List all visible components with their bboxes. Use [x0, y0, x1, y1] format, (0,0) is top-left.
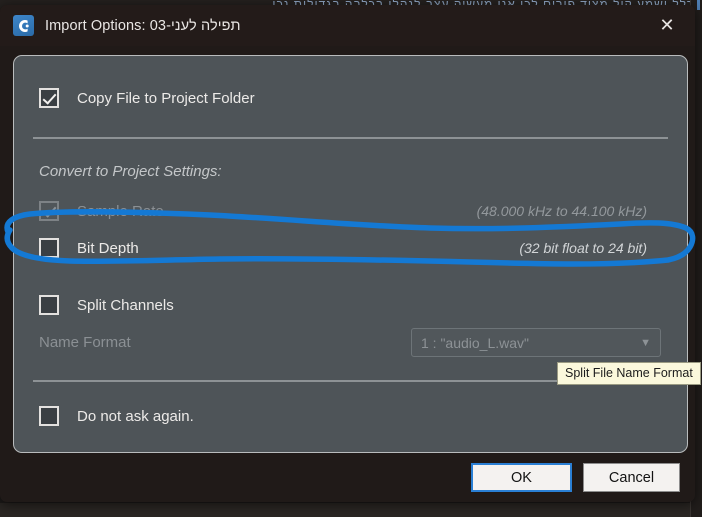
sample-rate-checkbox — [39, 201, 59, 221]
bit-depth-checkbox[interactable] — [39, 238, 59, 258]
bit-depth-label: Bit Depth — [77, 239, 139, 257]
ok-button[interactable]: OK — [471, 463, 572, 492]
copy-file-label: Copy File to Project Folder — [77, 89, 255, 107]
dialog-footer: OK Cancel — [0, 455, 695, 502]
dialog-content-panel: Copy File to Project Folder Convert to P… — [13, 55, 688, 453]
name-format-label: Name Format — [39, 334, 131, 351]
split-channels-row[interactable]: Split Channels — [39, 295, 174, 315]
chevron-down-icon: ▼ — [640, 336, 651, 349]
convert-section-header: Convert to Project Settings: — [39, 163, 222, 180]
close-icon[interactable]: ✕ — [647, 11, 687, 39]
do-not-ask-checkbox[interactable] — [39, 406, 59, 426]
copy-file-checkbox[interactable] — [39, 88, 59, 108]
sample-rate-label: Sample Rate — [77, 202, 164, 220]
dialog-title: Import Options: תפילה לעני-03 — [45, 17, 241, 34]
name-format-value: 1 : "audio_L.wav" — [421, 334, 530, 351]
app-logo-icon — [13, 15, 34, 36]
dialog-titlebar: Import Options: תפילה לעני-03 ✕ — [0, 5, 695, 46]
cancel-button[interactable]: Cancel — [583, 463, 680, 492]
split-channels-checkbox[interactable] — [39, 295, 59, 315]
sample-rate-value: (48.000 kHz to 44.100 kHz) — [476, 203, 647, 219]
background-bottom-bar — [0, 503, 702, 517]
bit-depth-value: (32 bit float to 24 bit) — [519, 240, 647, 256]
import-options-dialog: Import Options: תפילה לעני-03 ✕ Copy Fil… — [0, 5, 695, 502]
sample-rate-row: Sample Rate (48.000 kHz to 44.100 kHz) — [39, 201, 669, 221]
name-format-dropdown[interactable]: 1 : "audio_L.wav" ▼ — [411, 328, 661, 357]
split-file-name-format-tooltip: Split File Name Format — [557, 362, 701, 385]
background-marker-tick — [697, 0, 700, 10]
separator-top — [33, 137, 668, 139]
do-not-ask-label: Do not ask again. — [77, 407, 194, 425]
screen: כלל ושמע קול מצוד פורים לכן אנו מעשיה עצ… — [0, 0, 702, 517]
copy-file-row[interactable]: Copy File to Project Folder — [39, 88, 255, 108]
do-not-ask-row[interactable]: Do not ask again. — [39, 406, 194, 426]
bit-depth-row[interactable]: Bit Depth (32 bit float to 24 bit) — [39, 238, 669, 258]
split-channels-label: Split Channels — [77, 296, 174, 314]
convert-section-header-row: Convert to Project Settings: — [39, 163, 222, 180]
name-format-row: Name Format — [39, 334, 131, 351]
